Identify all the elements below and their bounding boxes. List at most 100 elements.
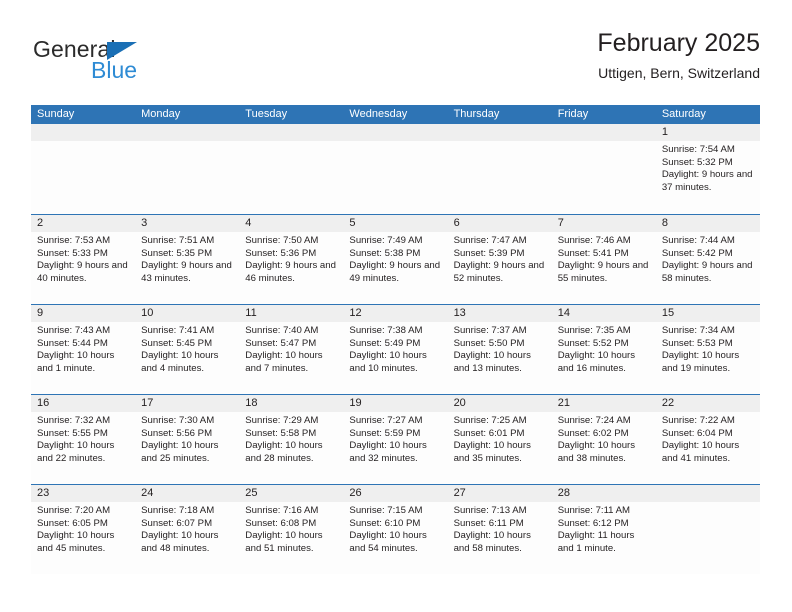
day-number: 25 <box>239 485 344 502</box>
weekday-header-thursday: Thursday <box>453 108 500 120</box>
calendar-day-cell-empty <box>31 124 136 214</box>
day-number: 18 <box>239 395 344 412</box>
calendar-day-cell[interactable]: 7 Sunrise: 7:46 AM Sunset: 5:41 PM Daylight… <box>551 215 656 304</box>
sunrise-text: Sunrise: 7:41 AM <box>141 325 215 336</box>
day-number: 27 <box>447 485 552 502</box>
sunrise-text: Sunrise: 7:18 AM <box>141 505 215 516</box>
calendar-day-cell-empty <box>655 485 760 574</box>
sunset-text: Sunset: 5:50 PM <box>453 337 525 349</box>
sunset-text: Sunset: 5:52 PM <box>557 337 629 349</box>
calendar-day-cell[interactable]: 1 Sunrise: 7:54 AM Sunset: 5:32 PM Daylight… <box>655 124 760 214</box>
sunrise-text: Sunrise: 7:20 AM <box>37 505 111 516</box>
day-details: Sunrise: 7:46 AM Sunset: 5:41 PM Daylight:… <box>552 232 656 285</box>
daylight-text: Daylight: 9 hours and 52 minutes. <box>453 260 545 284</box>
calendar-day-cell-empty <box>135 124 240 214</box>
day-number: 4 <box>239 215 344 232</box>
day-number: 8 <box>655 215 760 232</box>
daylight-text: Daylight: 9 hours and 43 minutes. <box>141 260 232 284</box>
calendar-day-cell[interactable]: 4 Sunrise: 7:50 AM Sunset: 5:36 PM Daylight… <box>239 215 344 304</box>
sunrise-text: Sunrise: 7:24 AM <box>557 415 631 426</box>
sunrise-text: Sunrise: 7:30 AM <box>141 415 215 426</box>
sunrise-text: Sunrise: 7:40 AM <box>245 325 319 336</box>
sunset-text: Sunset: 5:44 PM <box>37 337 108 349</box>
day-details: Sunrise: 7:35 AM Sunset: 5:52 PM Daylight:… <box>552 322 656 375</box>
brand-logo: General Blue <box>31 36 261 94</box>
calendar-day-cell[interactable]: 10 Sunrise: 7:41 AM Sunset: 5:45 PM Dayligh… <box>135 305 240 394</box>
sunrise-text: Sunrise: 7:16 AM <box>245 505 319 516</box>
day-details: Sunrise: 7:38 AM Sunset: 5:49 PM Daylight:… <box>343 322 447 375</box>
day-details: Sunrise: 7:40 AM Sunset: 5:47 PM Daylight:… <box>239 322 343 375</box>
daylight-text: Daylight: 10 hours and 54 minutes. <box>349 530 427 554</box>
calendar-day-cell[interactable]: 6 Sunrise: 7:47 AM Sunset: 5:39 PM Daylight… <box>447 215 552 304</box>
weekday-header-sunday: Sunday <box>37 108 75 120</box>
day-details: Sunrise: 7:49 AM Sunset: 5:38 PM Daylight:… <box>343 232 447 285</box>
calendar-day-cell-empty <box>447 124 552 214</box>
calendar-day-cell[interactable]: 23 Sunrise: 7:20 AM Sunset: 6:05 PM Dayligh… <box>31 485 136 574</box>
sunset-text: Sunset: 5:49 PM <box>349 337 421 349</box>
calendar-day-cell[interactable]: 24 Sunrise: 7:18 AM Sunset: 6:07 PM Dayligh… <box>135 485 240 574</box>
day-number: 7 <box>551 215 656 232</box>
daylight-text: Daylight: 9 hours and 46 minutes. <box>245 260 336 284</box>
calendar-day-cell[interactable]: 25 Sunrise: 7:16 AM Sunset: 6:08 PM Dayligh… <box>239 485 344 574</box>
calendar-day-cell[interactable]: 28 Sunrise: 7:11 AM Sunset: 6:12 PM Dayligh… <box>551 485 656 574</box>
calendar-week-row: 2 Sunrise: 7:53 AM Sunset: 5:33 PM Daylight… <box>31 214 760 304</box>
day-number <box>239 124 344 141</box>
sunset-text: Sunset: 6:01 PM <box>453 427 525 439</box>
calendar-day-cell[interactable]: 21 Sunrise: 7:24 AM Sunset: 6:02 PM Dayligh… <box>551 395 656 484</box>
calendar-week-row: 9 Sunrise: 7:43 AM Sunset: 5:44 PM Daylight… <box>31 304 760 394</box>
sunset-text: Sunset: 6:12 PM <box>557 517 629 529</box>
calendar-day-cell[interactable]: 3 Sunrise: 7:51 AM Sunset: 5:35 PM Daylight… <box>135 215 240 304</box>
calendar-day-cell[interactable]: 19 Sunrise: 7:27 AM Sunset: 5:59 PM Dayligh… <box>343 395 448 484</box>
calendar-day-cell[interactable]: 22 Sunrise: 7:22 AM Sunset: 6:04 PM Dayligh… <box>655 395 760 484</box>
day-number: 24 <box>135 485 240 502</box>
sunset-text: Sunset: 5:41 PM <box>557 247 629 259</box>
day-number: 13 <box>447 305 552 322</box>
calendar-day-cell[interactable]: 2 Sunrise: 7:53 AM Sunset: 5:33 PM Daylight… <box>31 215 136 304</box>
calendar-week-row: 23 Sunrise: 7:20 AM Sunset: 6:05 PM Dayligh… <box>31 484 760 574</box>
calendar-day-cell[interactable]: 5 Sunrise: 7:49 AM Sunset: 5:38 PM Daylight… <box>343 215 448 304</box>
calendar-day-cell[interactable]: 16 Sunrise: 7:32 AM Sunset: 5:55 PM Dayligh… <box>31 395 136 484</box>
calendar-day-cell[interactable]: 17 Sunrise: 7:30 AM Sunset: 5:56 PM Dayligh… <box>135 395 240 484</box>
day-details: Sunrise: 7:32 AM Sunset: 5:55 PM Daylight:… <box>31 412 135 465</box>
day-details: Sunrise: 7:43 AM Sunset: 5:44 PM Daylight:… <box>31 322 135 375</box>
calendar-week-row: 1 Sunrise: 7:54 AM Sunset: 5:32 PM Daylight… <box>31 124 760 214</box>
sunset-text: Sunset: 5:35 PM <box>141 247 213 259</box>
day-details: Sunrise: 7:20 AM Sunset: 6:05 PM Daylight:… <box>31 502 135 555</box>
daylight-text: Daylight: 10 hours and 35 minutes. <box>453 440 531 464</box>
daylight-text: Daylight: 10 hours and 45 minutes. <box>37 530 115 554</box>
sunrise-text: Sunrise: 7:29 AM <box>245 415 319 426</box>
day-number: 6 <box>447 215 552 232</box>
sunset-text: Sunset: 6:08 PM <box>245 517 317 529</box>
calendar-page: General Blue February 2025 Uttigen, Bern… <box>0 0 792 612</box>
daylight-text: Daylight: 10 hours and 25 minutes. <box>141 440 219 464</box>
day-details: Sunrise: 7:15 AM Sunset: 6:10 PM Daylight:… <box>343 502 447 555</box>
page-header: General Blue February 2025 Uttigen, Bern… <box>31 28 760 94</box>
calendar-day-cell[interactable]: 9 Sunrise: 7:43 AM Sunset: 5:44 PM Daylight… <box>31 305 136 394</box>
daylight-text: Daylight: 10 hours and 16 minutes. <box>557 350 636 374</box>
sunrise-text: Sunrise: 7:37 AM <box>453 325 527 336</box>
weekday-header-friday: Friday <box>557 108 589 120</box>
calendar-day-cell[interactable]: 13 Sunrise: 7:37 AM Sunset: 5:50 PM Dayligh… <box>447 305 552 394</box>
calendar-day-cell[interactable]: 27 Sunrise: 7:13 AM Sunset: 6:11 PM Dayligh… <box>447 485 552 574</box>
day-number <box>551 124 656 141</box>
calendar-day-cell[interactable]: 8 Sunrise: 7:44 AM Sunset: 5:42 PM Daylight… <box>655 215 760 304</box>
calendar-day-cell[interactable]: 26 Sunrise: 7:15 AM Sunset: 6:10 PM Dayligh… <box>343 485 448 574</box>
calendar-day-cell[interactable]: 11 Sunrise: 7:40 AM Sunset: 5:47 PM Dayligh… <box>239 305 344 394</box>
calendar-day-cell[interactable]: 12 Sunrise: 7:38 AM Sunset: 5:49 PM Dayligh… <box>343 305 448 394</box>
calendar-week-row: 16 Sunrise: 7:32 AM Sunset: 5:55 PM Dayligh… <box>31 394 760 484</box>
calendar-day-cell[interactable]: 14 Sunrise: 7:35 AM Sunset: 5:52 PM Dayligh… <box>551 305 656 394</box>
day-details: Sunrise: 7:29 AM Sunset: 5:58 PM Daylight:… <box>239 412 343 465</box>
day-number <box>31 124 136 141</box>
weekday-header-row: Sunday Monday Tuesday Wednesday Thursday Frid… <box>31 105 760 124</box>
day-number <box>447 124 552 141</box>
daylight-text: Daylight: 10 hours and 38 minutes. <box>557 440 636 464</box>
daylight-text: Daylight: 10 hours and 7 minutes. <box>245 350 323 374</box>
day-number: 2 <box>31 215 136 232</box>
calendar-grid: Sunday Monday Tuesday Wednesday Thursday Frid… <box>31 105 760 574</box>
calendar-day-cell[interactable]: 20 Sunrise: 7:25 AM Sunset: 6:01 PM Dayligh… <box>447 395 552 484</box>
daylight-text: Daylight: 10 hours and 58 minutes. <box>453 530 531 554</box>
calendar-day-cell[interactable]: 18 Sunrise: 7:29 AM Sunset: 5:58 PM Dayligh… <box>239 395 344 484</box>
page-subtitle: Uttigen, Bern, Switzerland <box>598 65 760 81</box>
calendar-day-cell[interactable]: 15 Sunrise: 7:34 AM Sunset: 5:53 PM Dayligh… <box>655 305 760 394</box>
daylight-text: Daylight: 10 hours and 1 minute. <box>37 350 115 374</box>
